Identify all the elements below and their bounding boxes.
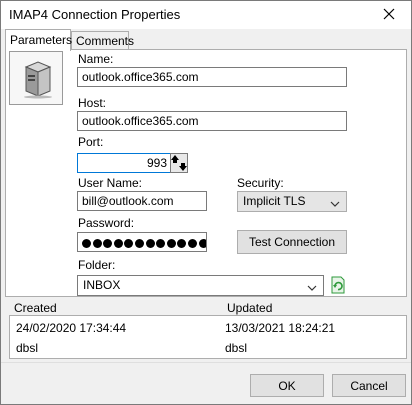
folder-select-value: INBOX xyxy=(83,278,121,292)
password-field[interactable] xyxy=(77,232,207,252)
updated-by: dbsl xyxy=(225,341,248,355)
security-select[interactable]: Implicit TLS xyxy=(237,191,347,212)
username-label: User Name: xyxy=(78,176,143,190)
close-icon[interactable] xyxy=(379,4,399,24)
chevron-down-icon xyxy=(307,281,317,295)
password-dot xyxy=(124,238,134,248)
updated-header: Updated xyxy=(227,301,273,315)
security-label: Security: xyxy=(237,176,284,190)
dialog-footer: OK Cancel xyxy=(1,362,411,404)
host-field[interactable]: outlook.office365.com xyxy=(77,111,347,131)
cancel-button[interactable]: Cancel xyxy=(332,374,406,397)
folder-select[interactable]: INBOX xyxy=(77,275,324,296)
tab-parameters-label: Parameters xyxy=(10,33,73,47)
name-label: Name: xyxy=(78,52,114,66)
dialog-window: IMAP4 Connection Properties Parameters C… xyxy=(0,0,412,405)
password-dot xyxy=(103,238,113,248)
port-label: Port: xyxy=(78,135,104,149)
password-dot xyxy=(82,238,91,248)
test-connection-button[interactable]: Test Connection xyxy=(237,230,347,254)
tab-comments-label: Comments xyxy=(76,34,135,48)
password-dot xyxy=(198,238,206,248)
password-dot xyxy=(134,238,144,248)
host-label: Host: xyxy=(78,96,107,110)
server-icon-box xyxy=(9,51,63,105)
window-title: IMAP4 Connection Properties xyxy=(9,7,181,22)
server-icon xyxy=(18,59,56,102)
password-dot xyxy=(92,238,102,248)
username-field[interactable]: bill@outlook.com xyxy=(77,191,207,211)
name-field[interactable]: outlook.office365.com xyxy=(77,67,347,87)
refresh-icon[interactable] xyxy=(330,276,346,297)
password-dot xyxy=(187,238,197,248)
password-label: Password: xyxy=(78,216,135,230)
tab-parameters[interactable]: Parameters xyxy=(5,29,73,51)
title-bar: IMAP4 Connection Properties xyxy=(1,1,411,29)
ok-button[interactable]: OK xyxy=(250,374,324,397)
created-by: dbsl xyxy=(16,341,39,355)
updated-date: 13/03/2021 18:24:21 xyxy=(225,321,336,335)
password-dot xyxy=(177,238,187,248)
audit-info-box: 24/02/2020 17:34:44 13/03/2021 18:24:21 … xyxy=(9,315,407,359)
password-dot xyxy=(113,238,123,248)
spin-arrows-icon xyxy=(171,155,187,175)
port-spinner[interactable] xyxy=(170,153,188,173)
tab-comments[interactable]: Comments xyxy=(71,31,134,49)
security-select-value: Implicit TLS xyxy=(243,194,306,208)
password-dot xyxy=(145,238,155,248)
password-dot xyxy=(166,238,176,248)
created-header: Created xyxy=(14,301,57,315)
folder-label: Folder: xyxy=(78,258,116,272)
password-dot xyxy=(156,238,166,248)
created-date: 24/02/2020 17:34:44 xyxy=(16,321,127,335)
port-field[interactable]: 993 xyxy=(77,153,171,173)
chevron-down-icon xyxy=(330,197,340,211)
